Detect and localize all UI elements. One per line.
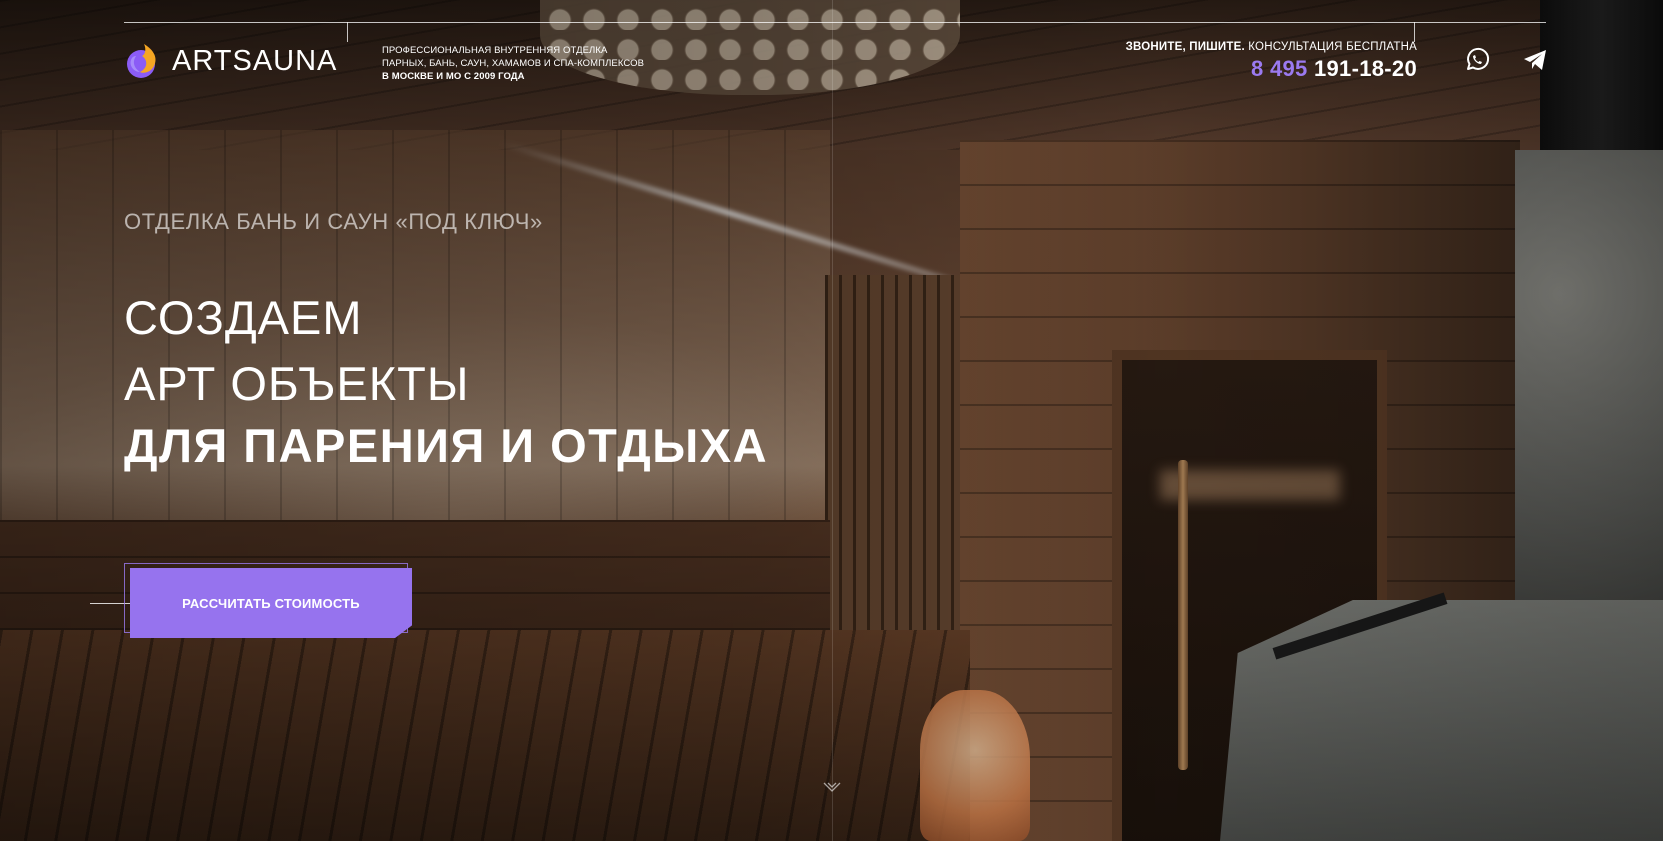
company-tagline: ПРОФЕССИОНАЛЬНАЯ ВНУТРЕННЯЯ ОТДЕЛКА ПАРН… (382, 44, 652, 83)
logo-link[interactable]: ARTSAUNA (124, 42, 337, 80)
header-divider-tick (347, 22, 348, 42)
tagline-line: ПАРНЫХ, БАНЬ, САУН, ХАМАМОВ И СПА-КОМПЛЕ… (382, 58, 645, 69)
tagline-line: В МОСКВЕ И МО С 2009 ГОДА (382, 71, 525, 82)
phone-code: 8 495 (1251, 56, 1308, 81)
contact-block: ЗВОНИТЕ, ПИШИТЕ. КОНСУЛЬТАЦИЯ БЕСПЛАТНА … (1126, 41, 1417, 82)
hero-eyebrow: ОТДЕЛКА БАНЬ И САУН «ПОД КЛЮЧ» (124, 209, 543, 234)
flame-logo-icon (124, 42, 162, 80)
whatsapp-button[interactable] (1462, 47, 1492, 77)
cta-group: РАССЧИТАТЬ СТОИМОСТЬ (90, 560, 420, 640)
calculate-cost-button[interactable]: РАССЧИТАТЬ СТОИМОСТЬ (130, 568, 412, 638)
brand-name: ARTSAUNA (172, 44, 338, 77)
phone-link[interactable]: 8 495 191-18-20 (1126, 56, 1417, 82)
landing-page: ARTSAUNA ПРОФЕССИОНАЛЬНАЯ ВНУТРЕННЯЯ ОТД… (0, 0, 1663, 841)
header-divider-tick (1414, 22, 1415, 42)
telegram-button[interactable] (1520, 47, 1550, 77)
chevron-down-icon[interactable] (820, 780, 844, 796)
contact-label: ЗВОНИТЕ, ПИШИТЕ. КОНСУЛЬТАЦИЯ БЕСПЛАТНА (1126, 41, 1417, 53)
hero-heading-line: АРТ ОБЪЕКТЫ (124, 357, 470, 410)
hero-heading-line: СОЗДАЕМ (124, 291, 363, 344)
vertical-guide-line (832, 0, 833, 841)
contact-label-rest: КОНСУЛЬТАЦИЯ БЕСПЛАТНА (1244, 41, 1417, 53)
phone-number: 191-18-20 (1307, 56, 1417, 81)
telegram-icon (1522, 48, 1548, 77)
header-top-line (124, 22, 1546, 23)
tagline-line: ПРОФЕССИОНАЛЬНАЯ ВНУТРЕННЯЯ ОТДЕЛКА (382, 45, 608, 56)
hero-heading-line-bold: ДЛЯ ПАРЕНИЯ И ОТДЫХА (124, 419, 769, 472)
contact-label-bold: ЗВОНИТЕ, ПИШИТЕ. (1125, 41, 1245, 53)
whatsapp-icon (1463, 46, 1491, 79)
